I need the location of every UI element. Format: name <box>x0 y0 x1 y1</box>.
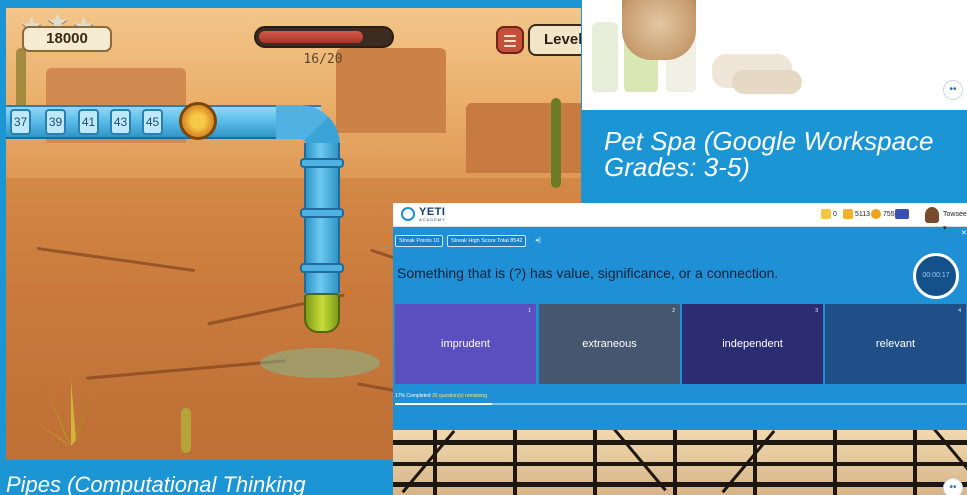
background-mesa <box>466 103 581 173</box>
yeti-logo-icon <box>401 207 415 221</box>
progress-fill <box>259 31 363 43</box>
quiz-progress-bar <box>395 403 967 405</box>
pipe-number[interactable]: 39 <box>45 109 66 135</box>
quiz-progress-fill <box>395 403 493 405</box>
speaker-icon[interactable]: ◂) <box>535 236 541 244</box>
answer-option-3[interactable]: 3 independent <box>682 304 823 384</box>
coins-stat: 755 <box>871 208 895 222</box>
close-icon[interactable]: ✕ <box>961 229 967 237</box>
option-number: 2 <box>672 308 675 314</box>
truss-post <box>433 430 437 495</box>
puppy <box>622 0 696 60</box>
shield-icon[interactable] <box>895 209 909 220</box>
badge-stat: 0 <box>821 208 837 222</box>
truss-post <box>513 430 517 495</box>
water-splash <box>260 348 380 378</box>
chat-icon[interactable]: •• <box>943 478 963 495</box>
truss-post <box>753 430 757 495</box>
cactus <box>551 98 561 188</box>
questions-remaining: 30 question(s) remaining <box>431 393 487 399</box>
lightning-icon <box>843 209 853 220</box>
option-number: 4 <box>958 308 961 314</box>
level-progress-bar <box>254 26 394 48</box>
streak-high-score-chip: Streak High Score Total 8542 <box>447 235 527 247</box>
option-label: relevant <box>875 338 916 350</box>
answer-option-2[interactable]: 2 extraneous <box>539 304 680 384</box>
truss-post <box>593 430 597 495</box>
shield-stat <box>895 208 911 222</box>
pipes-title[interactable]: Pipes (Computational Thinking <box>6 472 306 495</box>
coins-count: 755 <box>883 211 895 218</box>
points-count: 5113 <box>855 211 871 218</box>
trophy-icon <box>821 209 831 220</box>
score-display: 18000 <box>22 26 112 52</box>
cactus <box>181 408 191 453</box>
towel <box>732 70 802 94</box>
truss-beam <box>393 482 967 487</box>
avatar[interactable] <box>925 207 939 223</box>
percent-completed: 17% Completed <box>395 393 431 399</box>
countdown-timer: 00:00:17 <box>913 253 959 299</box>
truss-beam <box>393 440 967 445</box>
pipe-coupler <box>300 208 344 218</box>
truss-post <box>673 430 677 495</box>
badge-count: 0 <box>833 211 837 218</box>
option-number: 1 <box>528 308 531 314</box>
truss-beam <box>393 462 967 466</box>
pet-spa-title[interactable]: Pet Spa (Google Workspace Grades: 3-5) <box>604 128 944 180</box>
option-label: independent <box>722 338 783 350</box>
shampoo-bottle <box>592 22 618 92</box>
valve-wheel-icon[interactable] <box>179 102 217 140</box>
yeti-academy-quiz: YETI ACADEMY 0 5113 755 Towsee ▾ Streak … <box>393 203 967 430</box>
level-label: Level: <box>528 24 581 56</box>
logo-subtext: ACADEMY <box>419 217 446 222</box>
pipe-number[interactable]: 45 <box>142 109 163 135</box>
progress-counter: 16/20 <box>303 52 343 67</box>
option-label: imprudent <box>441 338 490 350</box>
pipe-outlet <box>304 293 340 333</box>
streak-points-chip: Streak Points 10 <box>395 235 444 247</box>
truss-post <box>833 430 837 495</box>
pipe-number[interactable]: 41 <box>78 109 99 135</box>
coin-icon <box>871 209 881 220</box>
bridge-image <box>393 430 967 495</box>
pipe-number[interactable]: 43 <box>110 109 131 135</box>
pet-spa-image <box>582 0 967 110</box>
pipe-coupler <box>300 158 344 168</box>
hamburger-menu-icon[interactable] <box>496 26 524 54</box>
user-name: Towsee <box>943 211 967 218</box>
completion-status: 17% Completed 30 question(s) remaining <box>395 393 487 399</box>
option-number: 3 <box>815 308 818 314</box>
answer-option-4[interactable]: 4 relevant <box>825 304 966 384</box>
answer-option-1[interactable]: 1 imprudent <box>395 304 536 384</box>
question-text: Something that is (?) has value, signifi… <box>397 265 779 281</box>
option-label: extraneous <box>582 338 637 350</box>
chat-icon[interactable]: •• <box>943 80 963 100</box>
pipe-number[interactable]: 37 <box>10 109 31 135</box>
points-stat: 5113 <box>843 208 870 222</box>
truss-post <box>913 430 917 495</box>
agave-plant <box>26 378 116 448</box>
quiz-header: YETI ACADEMY 0 5113 755 Towsee ▾ <box>393 203 967 232</box>
yeti-logo[interactable]: YETI ACADEMY <box>401 206 455 224</box>
pipe-coupler <box>300 263 344 273</box>
